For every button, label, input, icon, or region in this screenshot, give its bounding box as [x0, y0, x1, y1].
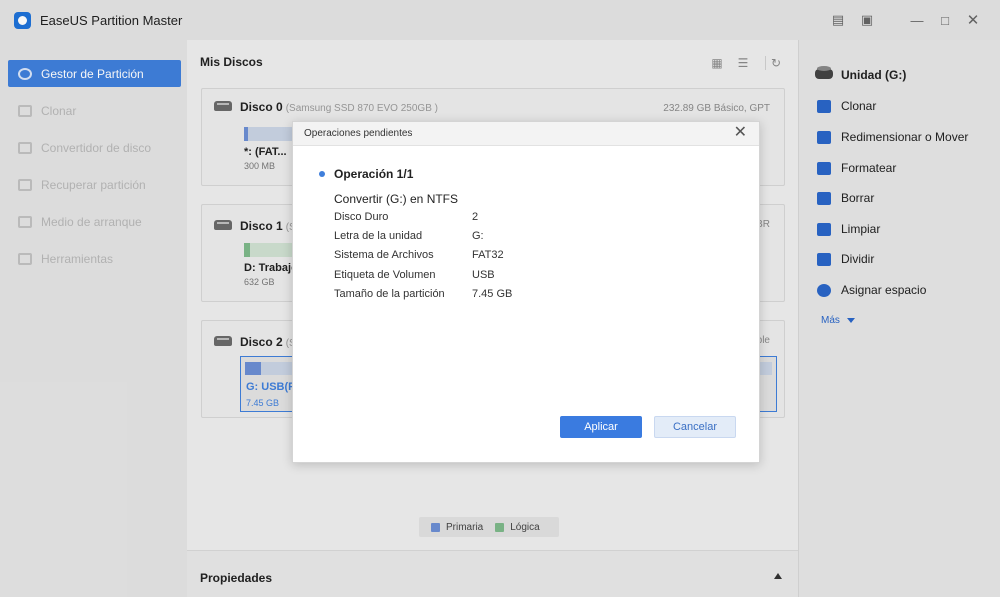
dialog-title: Operaciones pendientes: [304, 128, 413, 139]
detail-value: G:: [472, 230, 484, 242]
detail-key: Tamaño de la partición: [334, 288, 445, 300]
dialog-header: Operaciones pendientes ✕: [293, 122, 759, 146]
pending-operations-dialog: Operaciones pendientes ✕ Operación 1/1 C…: [292, 121, 760, 463]
detail-key: Etiqueta de Volumen: [334, 269, 436, 281]
close-icon[interactable]: ✕: [734, 125, 747, 141]
detail-value: FAT32: [472, 249, 504, 261]
detail-value: USB: [472, 269, 495, 281]
detail-key: Sistema de Archivos: [334, 249, 434, 261]
detail-value: 2: [472, 211, 479, 223]
detail-value: 7.45 GB: [472, 288, 513, 300]
detail-key: Disco Duro: [334, 211, 389, 223]
operation-bullet-icon: [319, 171, 325, 177]
apply-button[interactable]: Aplicar: [560, 416, 642, 438]
operation-title: Operación 1/1: [334, 167, 414, 181]
cancel-button[interactable]: Cancelar: [654, 416, 736, 438]
operation-action: Convertir (G:) en NTFS: [334, 192, 459, 206]
detail-key: Letra de la unidad: [334, 230, 423, 242]
